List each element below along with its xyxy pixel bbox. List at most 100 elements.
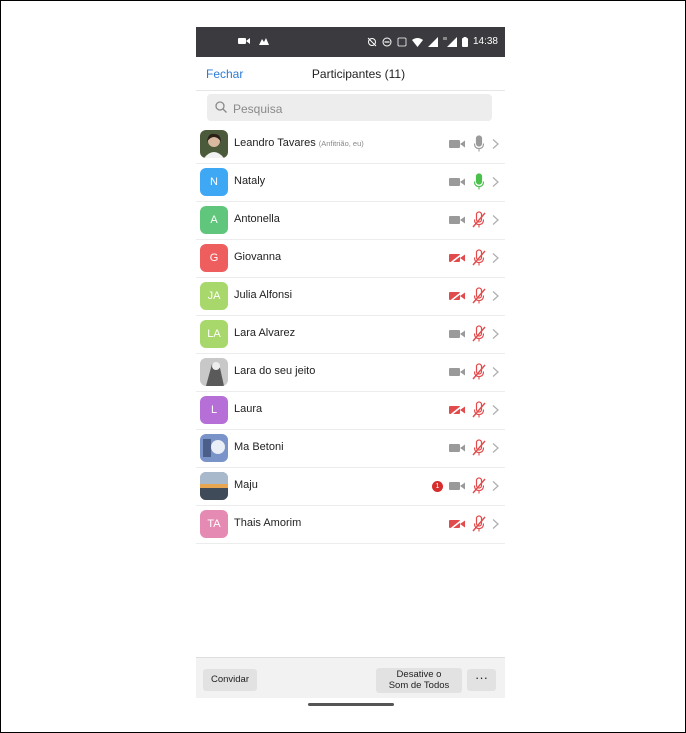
participant-name-text: Laura <box>234 403 263 415</box>
signal-4g-icon <box>442 36 457 47</box>
participant-name: Ma Betoni <box>234 441 284 453</box>
participant-name: Nataly <box>234 175 265 187</box>
chevron-right-icon <box>492 329 499 339</box>
bottom-toolbar: Convidar Desative o Som de Todos ··· <box>196 657 505 698</box>
participant-row[interactable]: A Antonella <box>196 202 505 240</box>
participant-name-text: Thais Amorim <box>234 517 302 529</box>
participant-name: Giovanna <box>234 251 281 263</box>
participant-status-icons <box>449 287 500 305</box>
video-camera-icon <box>449 216 465 224</box>
mic-muted-icon <box>472 515 486 532</box>
participant-status-icons <box>449 249 500 267</box>
mic-muted-icon <box>472 249 486 266</box>
chevron-right-icon <box>492 177 499 187</box>
mic-muted-icon <box>472 401 486 418</box>
video-off-icon <box>449 252 465 264</box>
chevron-right-icon <box>492 443 499 453</box>
chevron-right-icon <box>492 367 499 377</box>
wifi-icon <box>411 37 423 47</box>
participant-row[interactable]: LA Lara Alvarez <box>196 316 505 354</box>
avatar: N <box>200 168 228 196</box>
participant-name: Laura <box>234 403 262 415</box>
chevron-right-icon <box>492 291 499 301</box>
participant-name-text: Lara Alvarez <box>234 327 296 339</box>
video-off-icon <box>449 290 465 302</box>
participant-role: (Anfitrião, eu) <box>318 139 364 148</box>
chevron-right-icon <box>492 519 499 529</box>
status-right-icons: 14:38 <box>367 36 498 47</box>
participant-status-icons <box>449 401 500 419</box>
video-camera-icon <box>449 140 465 148</box>
avatar: G <box>200 244 228 272</box>
status-bar: 14:38 <box>196 27 505 57</box>
participant-status-icons <box>449 211 500 229</box>
video-camera-icon <box>449 178 465 186</box>
participant-row[interactable]: Lara do seu jeito <box>196 354 505 392</box>
chevron-right-icon <box>492 405 499 415</box>
avatar <box>200 434 228 462</box>
participant-row[interactable]: Ma Betoni <box>196 430 505 468</box>
participant-status-icons <box>449 515 500 533</box>
battery-icon <box>461 36 468 47</box>
avatar <box>200 130 228 158</box>
participant-list: Leandro Tavares (Anfitrião, eu) N Nataly A An… <box>196 126 505 544</box>
participant-name: Maju <box>234 479 258 491</box>
search-bar[interactable] <box>207 94 492 121</box>
participant-row[interactable]: L Laura <box>196 392 505 430</box>
phone-screen: 14:38 Fechar Participantes (11) Leandro … <box>196 27 505 717</box>
video-camera-status-icon <box>238 38 250 44</box>
video-off-icon <box>449 404 465 416</box>
page-title: Participantes (11) <box>311 67 406 81</box>
mute-all-label-line1: Desative o <box>396 669 442 680</box>
mic-muted-icon <box>472 287 486 304</box>
navbar: Fechar Participantes (11) <box>196 57 505 91</box>
participant-name: Thais Amorim <box>234 517 301 529</box>
participant-name-text: Lara do seu jeito <box>234 365 316 377</box>
participant-name-text: Leandro Tavares <box>234 137 316 149</box>
avatar <box>200 472 228 500</box>
mic-muted-icon <box>472 325 486 342</box>
home-indicator[interactable] <box>308 703 394 706</box>
notification-status-icon <box>259 38 269 45</box>
participant-name-text: Maju <box>234 479 258 491</box>
participant-row[interactable]: JA Julia Alfonsi <box>196 278 505 316</box>
participant-name-text: Giovanna <box>234 251 282 263</box>
volte-icon <box>397 37 407 46</box>
do-not-disturb-icon <box>382 37 392 46</box>
participant-status-icons <box>449 325 500 343</box>
video-camera-icon <box>449 330 465 338</box>
participant-name: Antonella <box>234 213 280 225</box>
mute-all-button[interactable]: Desative o Som de Todos <box>376 668 462 693</box>
participant-name: Leandro Tavares (Anfitrião, eu) <box>234 137 364 149</box>
invite-button[interactable]: Convidar <box>203 669 257 691</box>
participant-row[interactable]: TA Thais Amorim <box>196 506 505 544</box>
video-camera-icon <box>449 368 465 376</box>
participant-row[interactable]: Maju 1 <box>196 468 505 506</box>
microphone-icon <box>473 135 485 152</box>
more-options-button[interactable]: ··· <box>467 669 496 691</box>
participant-status-icons <box>449 439 500 457</box>
chevron-right-icon <box>492 215 499 225</box>
search-input[interactable] <box>231 98 485 119</box>
mute-all-label-line2: Som de Todos <box>388 680 450 691</box>
participant-name-text: Julia Alfonsi <box>234 289 293 301</box>
notification-badge: 1 <box>432 480 443 492</box>
status-time: 14:38 <box>472 36 498 47</box>
mic-muted-icon <box>472 439 486 456</box>
microphone-icon <box>473 173 485 190</box>
participant-name: Lara do seu jeito <box>234 365 315 377</box>
avatar: TA <box>200 510 228 538</box>
participant-name-text: Antonella <box>234 213 280 225</box>
signal-icon <box>427 36 438 47</box>
participant-status-icons <box>449 135 500 153</box>
participant-row[interactable]: G Giovanna <box>196 240 505 278</box>
participant-row[interactable]: N Nataly <box>196 164 505 202</box>
participant-status-icons <box>449 363 500 381</box>
mic-muted-icon <box>472 363 486 380</box>
avatar: JA <box>200 282 228 310</box>
participant-row[interactable]: Leandro Tavares (Anfitrião, eu) <box>196 126 505 164</box>
chevron-right-icon <box>492 139 499 149</box>
video-camera-icon <box>449 482 465 490</box>
participant-name: Lara Alvarez <box>234 327 295 339</box>
participant-name: Julia Alfonsi <box>234 289 292 301</box>
